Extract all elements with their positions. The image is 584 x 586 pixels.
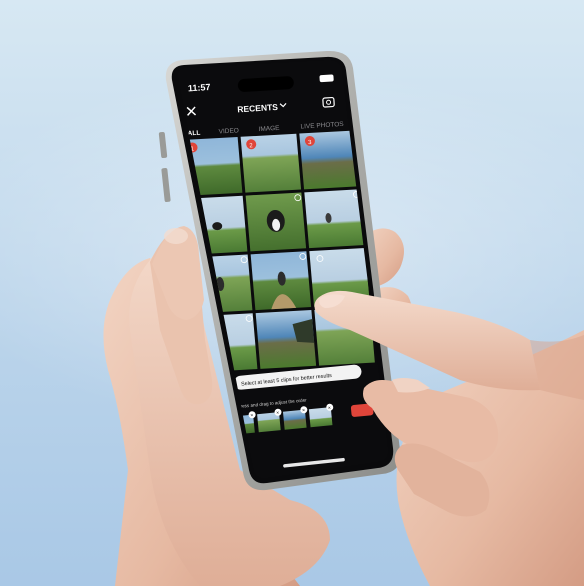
tab-video[interactable]: VIDEO [218,127,239,135]
photo-tile[interactable] [304,189,365,249]
scene: 11:57 RECENTS ALL VIDEO IMAGE LIVE PHOTO… [103,50,584,586]
battery-icon [319,74,334,83]
tab-image[interactable]: IMAGE [258,125,280,133]
tab-all[interactable]: ALL [188,130,201,138]
photo-tile[interactable] [255,310,317,369]
photo-tile[interactable] [250,251,312,311]
photo-tile[interactable]: 2 [240,133,302,193]
photo-tile[interactable] [245,192,307,252]
status-time: 11:57 [188,82,211,93]
